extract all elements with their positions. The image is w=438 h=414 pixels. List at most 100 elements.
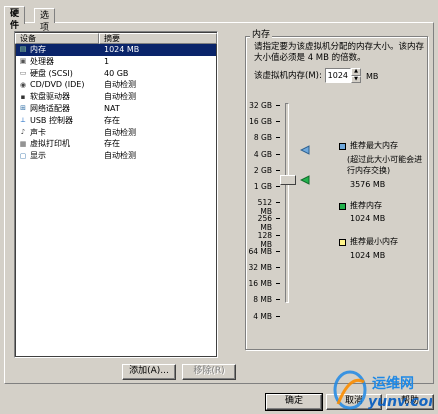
max-recommended-swatch	[339, 143, 346, 150]
max-recommended-marker-icon	[300, 145, 310, 155]
device-row[interactable]: ▤ 内存 1024 MB	[16, 44, 216, 56]
device-cell: ♪ 声卡	[16, 127, 100, 139]
device-name: 声卡	[30, 127, 46, 137]
printer-icon: ▦	[19, 139, 27, 148]
scale-tick	[276, 234, 280, 236]
max-recommended-label: 推荐最大内存	[350, 141, 398, 150]
scale-tick	[276, 267, 280, 268]
device-name: 虚拟打印机	[30, 139, 70, 149]
device-rows: ▤ 内存 1024 MB ▣ 处理器 1 ▭ 硬盘 (SCSI) 40 GB ◉ CD/DVD (I…	[15, 44, 217, 162]
scale-label: 8 MB	[253, 295, 272, 305]
device-row[interactable]: ◉ CD/DVD (IDE) 自动检测	[16, 79, 216, 91]
scale-tick	[276, 250, 280, 252]
memory-spinner[interactable]: ▲ ▼	[351, 68, 361, 83]
watermark-text: 运维网	[372, 375, 414, 392]
device-cell: ▣ 处理器	[16, 56, 100, 68]
device-name: 显示	[30, 151, 46, 161]
memory-label: 该虚拟机内存(M):	[254, 71, 322, 81]
scale-label: 4 GB	[253, 149, 272, 159]
device-summary: 存在	[104, 115, 120, 125]
memory-icon: ▤	[19, 45, 27, 54]
min-recommended-label: 推荐最小内存	[350, 237, 398, 246]
device-list[interactable]: 设备 摘要 ▤ 内存 1024 MB ▣ 处理器 1 ▭ 硬盘 (SCSI) 40 GB ◉ CD/…	[14, 31, 218, 358]
device-row[interactable]: ⟂ USB 控制器 存在	[16, 115, 216, 127]
column-header-summary[interactable]: 摘要	[99, 33, 217, 44]
device-cell: ⊞ 网络适配器	[16, 103, 100, 115]
scale-tick	[276, 105, 280, 106]
device-name: 硬盘 (SCSI)	[30, 68, 73, 78]
spin-up-icon[interactable]: ▲	[351, 68, 361, 76]
device-name: 内存	[30, 45, 46, 54]
scale-label: 32 MB	[248, 263, 272, 272]
device-row[interactable]: ▪ 软盘驱动器 自动检测	[16, 91, 216, 103]
scale-label: 32 GB	[249, 101, 272, 110]
device-summary: 自动检测	[104, 151, 136, 161]
memory-slider-track[interactable]	[285, 103, 289, 303]
watermark-logo-icon: 运维网 yunv.com	[333, 370, 432, 410]
memory-slider-thumb[interactable]	[280, 175, 296, 185]
scale-tick	[276, 121, 280, 123]
device-cell: ▦ 虚拟打印机	[16, 138, 100, 150]
device-cell: ▤ 内存	[16, 44, 100, 56]
speaker-icon: ♪	[20, 127, 26, 136]
memory-unit: MB	[366, 72, 379, 81]
device-row[interactable]: ▦ 虚拟打印机 存在	[16, 138, 216, 150]
device-summary: 存在	[104, 139, 120, 149]
device-row[interactable]: ▢ 显示 自动检测	[16, 150, 216, 162]
recommended-marker-icon	[300, 175, 310, 185]
device-name: 网络适配器	[30, 103, 70, 113]
usb-icon: ⟂	[20, 116, 26, 125]
network-adapter-icon: ⊞	[20, 104, 26, 113]
device-cell: ▢ 显示	[16, 150, 100, 162]
device-summary: 1024 MB	[104, 45, 140, 54]
tab-hardware[interactable]: 硬件	[4, 6, 26, 31]
cpu-icon: ▣	[19, 57, 27, 66]
scale-tick	[276, 315, 280, 317]
device-cell: ▪ 软盘驱动器	[16, 91, 100, 103]
device-row[interactable]: ⊞ 网络适配器 NAT	[16, 103, 216, 115]
device-name: USB 控制器	[30, 115, 73, 125]
device-list-header: 设备 摘要	[15, 33, 217, 44]
device-cell: ⟂ USB 控制器	[16, 115, 100, 127]
scale-tick	[276, 283, 280, 285]
device-summary: 40 GB	[104, 68, 129, 78]
scale-label: 1 GB	[253, 182, 272, 191]
memory-input[interactable]: 1024	[325, 68, 351, 83]
scale-label: 16 MB	[248, 279, 272, 289]
device-summary: 自动检测	[104, 80, 136, 90]
scale-tick	[276, 218, 280, 220]
scale-tick	[276, 153, 280, 155]
recommended-swatch	[339, 203, 346, 210]
watermark-url: yunv.com	[368, 394, 432, 410]
memory-group-title: 内存	[250, 29, 273, 41]
device-row[interactable]: ▭ 硬盘 (SCSI) 40 GB	[16, 68, 216, 80]
monitor-icon: ▢	[19, 151, 27, 160]
scale-label: 64 MB	[248, 246, 272, 256]
min-recommended-value: 1024 MB	[350, 251, 386, 260]
cdrom-icon: ◉	[19, 80, 27, 89]
ok-button[interactable]: 确定	[265, 393, 323, 411]
remove-button[interactable]: 移除(R)	[182, 364, 236, 380]
device-name: CD/DVD (IDE)	[30, 80, 85, 90]
add-button[interactable]: 添加(A)...	[122, 364, 176, 380]
column-header-device[interactable]: 设备	[15, 33, 99, 44]
device-cell: ◉ CD/DVD (IDE)	[16, 79, 100, 91]
memory-group	[245, 36, 428, 350]
device-summary: NAT	[104, 103, 120, 113]
scale-label: 8 GB	[253, 133, 272, 143]
device-summary: 自动检测	[104, 92, 136, 102]
device-name: 处理器	[30, 56, 54, 66]
scale-label: 16 GB	[249, 117, 272, 127]
device-row[interactable]: ▣ 处理器 1	[16, 56, 216, 68]
device-cell: ▭ 硬盘 (SCSI)	[16, 68, 100, 80]
memory-description: 请指定要为该虚拟机分配的内存大小。该内存大小值必须是 4 MB 的倍数。	[254, 42, 425, 63]
scale-label: 2 GB	[253, 165, 272, 175]
scale-label: 4 MB	[253, 311, 272, 321]
device-summary: 自动检测	[104, 127, 136, 137]
spin-down-icon[interactable]: ▼	[351, 75, 361, 83]
scale-tick	[276, 202, 280, 204]
device-summary: 1	[104, 56, 110, 66]
device-row[interactable]: ♪ 声卡 自动检测	[16, 127, 216, 139]
tab-options[interactable]: 选项	[34, 8, 56, 33]
floppy-icon: ▪	[20, 92, 26, 101]
